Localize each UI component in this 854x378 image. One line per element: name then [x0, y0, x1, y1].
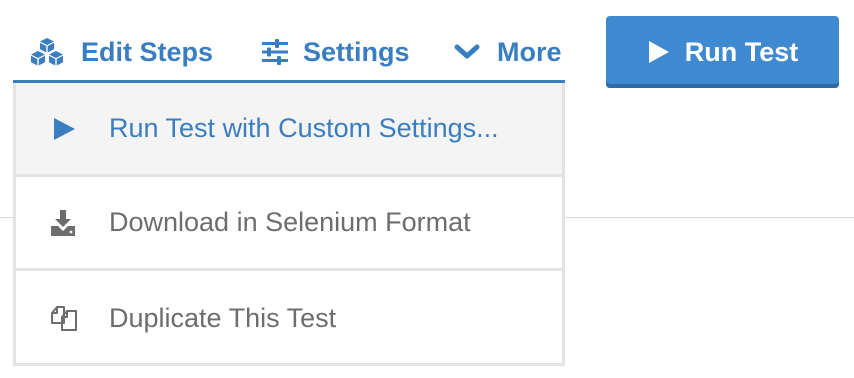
menu-item-label: Download in Selenium Format: [109, 207, 471, 237]
menu-item-download-selenium[interactable]: Download in Selenium Format: [16, 177, 562, 271]
menu-item-label: Run Test with Custom Settings...: [109, 113, 499, 143]
chevron-down-icon: [453, 43, 481, 61]
play-icon: [44, 116, 84, 142]
settings-label: Settings: [303, 36, 410, 67]
download-icon: [44, 209, 84, 237]
settings-button[interactable]: Settings: [261, 28, 410, 76]
sliders-icon: [261, 39, 289, 65]
run-test-label: Run Test: [684, 36, 799, 67]
more-dropdown-menu: Run Test with Custom Settings... Downloa…: [13, 83, 565, 366]
menu-item-run-custom-settings[interactable]: Run Test with Custom Settings...: [16, 83, 562, 177]
edit-steps-label: Edit Steps: [81, 36, 214, 67]
run-test-button[interactable]: Run Test: [606, 16, 839, 88]
more-label: More: [497, 36, 562, 67]
cubes-icon: [27, 37, 67, 67]
play-icon: [647, 39, 671, 65]
more-menu-button[interactable]: More: [453, 28, 562, 76]
menu-item-label: Duplicate This Test: [109, 302, 337, 333]
edit-steps-button[interactable]: Edit Steps: [27, 28, 213, 76]
copy-icon: [44, 303, 84, 333]
menu-item-duplicate-test[interactable]: Duplicate This Test: [16, 271, 562, 365]
